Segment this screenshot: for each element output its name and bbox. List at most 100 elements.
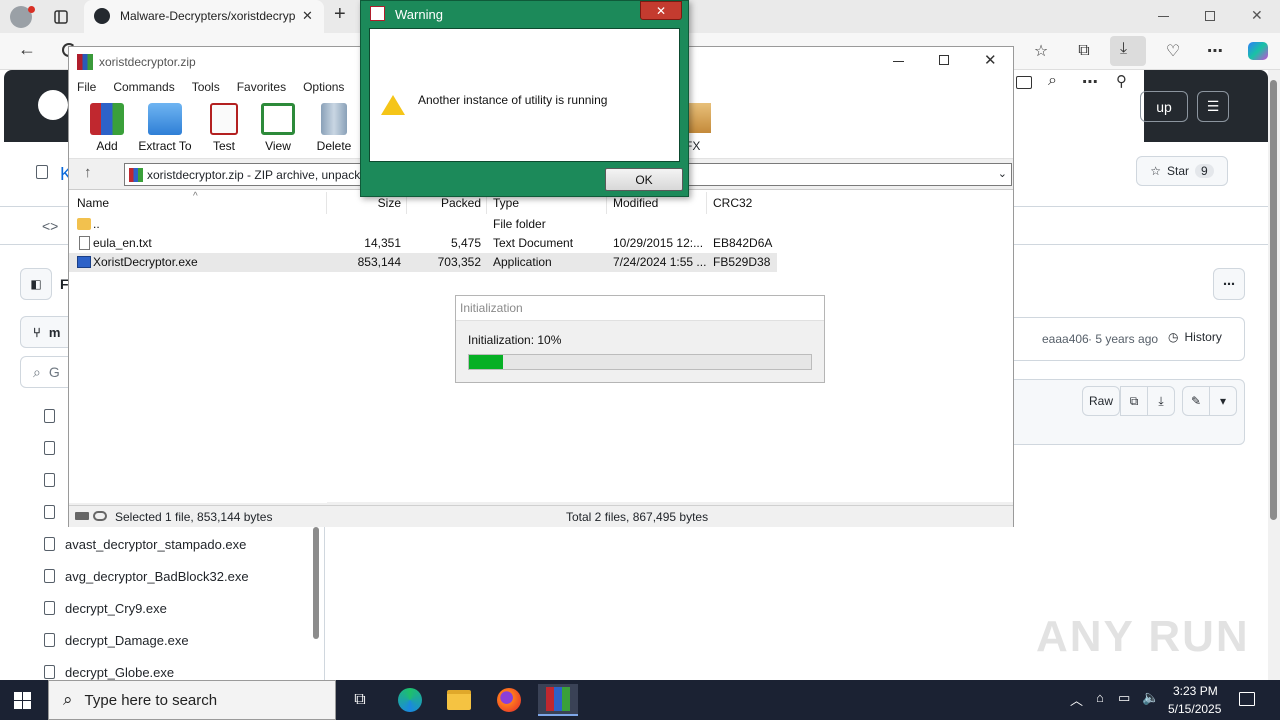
sidebar-scrollbar[interactable] [313,527,319,639]
view-button[interactable]: View [248,103,308,153]
table-row-parent[interactable]: .. File folder [69,215,777,234]
github-icon [94,8,110,24]
folder-icon [77,218,91,230]
collections-icon[interactable]: ⧉ [1073,40,1095,62]
menu-dots-icon[interactable]: ⋯ [1082,72,1098,92]
row-packed: 5,475 [450,236,481,250]
winrar-title: xoristdecryptor.zip [99,55,196,69]
add-button[interactable]: Add [77,103,137,153]
settings-sliders-button[interactable]: ☰ [1197,91,1229,122]
commit-hash-link[interactable]: eaaa406 [1042,332,1089,346]
commit-age: · 5 years ago [1088,332,1159,346]
show-hidden-icons[interactable]: ︿ [1070,690,1083,709]
table-row-selected[interactable]: XoristDecryptor.exe 853,144 703,352 Appl… [69,253,777,272]
extract-to-button[interactable]: Extract To [135,103,195,153]
status-total: Total 2 files, 867,495 bytes [566,510,709,524]
file-row[interactable]: decrypt_Cry9.exe [44,592,167,624]
page-scrollbar-thumb[interactable] [1270,80,1277,520]
file-row-hidden-3[interactable] [44,464,55,496]
history-button[interactable]: ◷ History [1168,330,1222,344]
search-page-icon[interactable]: ⌕ [1048,72,1057,90]
warning-close-button[interactable]: ✕ [640,1,682,20]
downloads-button[interactable] [1110,36,1146,66]
zip-archive-icon [129,168,143,182]
row-type: Application [493,255,552,269]
path-dropdown-icon[interactable]: ⌄ [998,167,1007,180]
clock-date[interactable]: 5/15/2025 [1168,702,1221,716]
clock-time[interactable]: 3:23 PM [1173,684,1218,698]
branch-name: m [48,324,61,340]
favorites-icon[interactable]: ☆ [1030,40,1052,62]
menu-favorites[interactable]: Favorites [229,77,295,97]
health-icon[interactable]: ♡ [1162,40,1184,62]
firefox-icon[interactable] [489,684,529,716]
raw-button[interactable]: Raw [1082,386,1120,416]
delete-button[interactable]: Delete [304,103,364,153]
file-explorer-icon[interactable] [439,684,479,716]
volume-icon[interactable]: 🔈 [1142,689,1159,706]
pin-icon[interactable]: ⚲ [1116,72,1127,90]
start-button[interactable] [14,692,32,709]
file-row[interactable]: avast_decryptor_stampado.exe [44,528,246,560]
key-icon [93,511,107,521]
new-tab-button[interactable]: + [334,3,346,26]
restore-icon[interactable] [1205,11,1215,21]
file-row-hidden-4[interactable] [44,496,55,528]
winrar-minimize-icon[interactable] [893,61,904,62]
more-icon[interactable]: ⋯ [1204,40,1226,62]
tab-actions-icon[interactable] [50,6,72,28]
winrar-maximize-icon[interactable] [939,55,949,65]
file-icon [44,665,55,679]
file-row-hidden-1[interactable] [44,400,55,432]
download-raw-icon[interactable]: ⤓ [1147,386,1175,416]
raw-label: Raw [1088,394,1113,408]
ok-button[interactable]: OK [605,168,683,191]
menu-tools[interactable]: Tools [184,77,229,97]
star-count: 9 [1195,164,1214,178]
menu-options[interactable]: Options [295,77,353,97]
close-window-icon[interactable]: ✕ [1251,7,1263,24]
test-button[interactable]: Test [194,103,254,153]
code-tab-icon[interactable]: <> [42,218,58,234]
taskbar-search[interactable]: ⌕ Type here to search [48,680,336,720]
browser-tab-active[interactable]: Malware-Decrypters/xoristdecryp ✕ [84,0,324,33]
copy-icon[interactable]: ⧉ [1120,386,1148,416]
winrar-close-icon[interactable]: ✕ [984,51,997,69]
menu-commands[interactable]: Commands [105,77,183,97]
github-logo-icon[interactable] [38,90,68,120]
back-icon[interactable]: ← [18,39,36,60]
task-view-icon[interactable]: ⧉ [340,684,380,716]
table-row[interactable]: eula_en.txt 14,351 5,475 Text Document 1… [69,234,777,253]
edit-dropdown-icon[interactable]: ▾ [1209,386,1237,416]
network-icon[interactable]: ⌂ [1096,690,1104,705]
edge-icon[interactable] [390,684,430,716]
more-options-button[interactable]: ⋯ [1213,268,1245,300]
sign-up-button[interactable]: up [1140,91,1188,122]
wifi-icon[interactable]: ▭ [1118,690,1130,706]
folder-icon[interactable] [1016,76,1032,89]
file-icon [44,633,55,647]
file-row[interactable]: decrypt_Damage.exe [44,624,189,656]
column-crc32[interactable]: CRC32 [707,192,777,214]
column-name[interactable]: Name ^ [69,191,327,214]
sidebar-toggle-button[interactable]: ◧ [20,268,52,300]
menu-file[interactable]: File [69,77,105,97]
minimize-icon[interactable] [1158,16,1169,17]
watermark-logo: ANY RUN [1036,612,1250,661]
file-name: avg_decryptor_BadBlock32.exe [65,568,249,584]
close-tab-icon[interactable]: ✕ [302,8,313,24]
copilot-icon[interactable] [1248,42,1268,60]
download-icon: ⤓ [1120,40,1128,57]
file-icon [44,569,55,583]
edit-icon[interactable]: ✎ [1182,386,1210,416]
file-icon [44,473,55,487]
star-button[interactable]: ☆ Star 9 [1136,156,1228,186]
up-folder-icon[interactable]: ↑ [84,164,92,181]
winrar-app-icon [77,54,93,70]
drive-icon [75,512,89,520]
history-label: History [1184,330,1222,344]
winrar-taskbar-icon[interactable] [538,684,578,716]
file-row-hidden-2[interactable] [44,432,55,464]
notifications-icon[interactable] [1239,692,1255,706]
file-row[interactable]: avg_decryptor_BadBlock32.exe [44,560,249,592]
